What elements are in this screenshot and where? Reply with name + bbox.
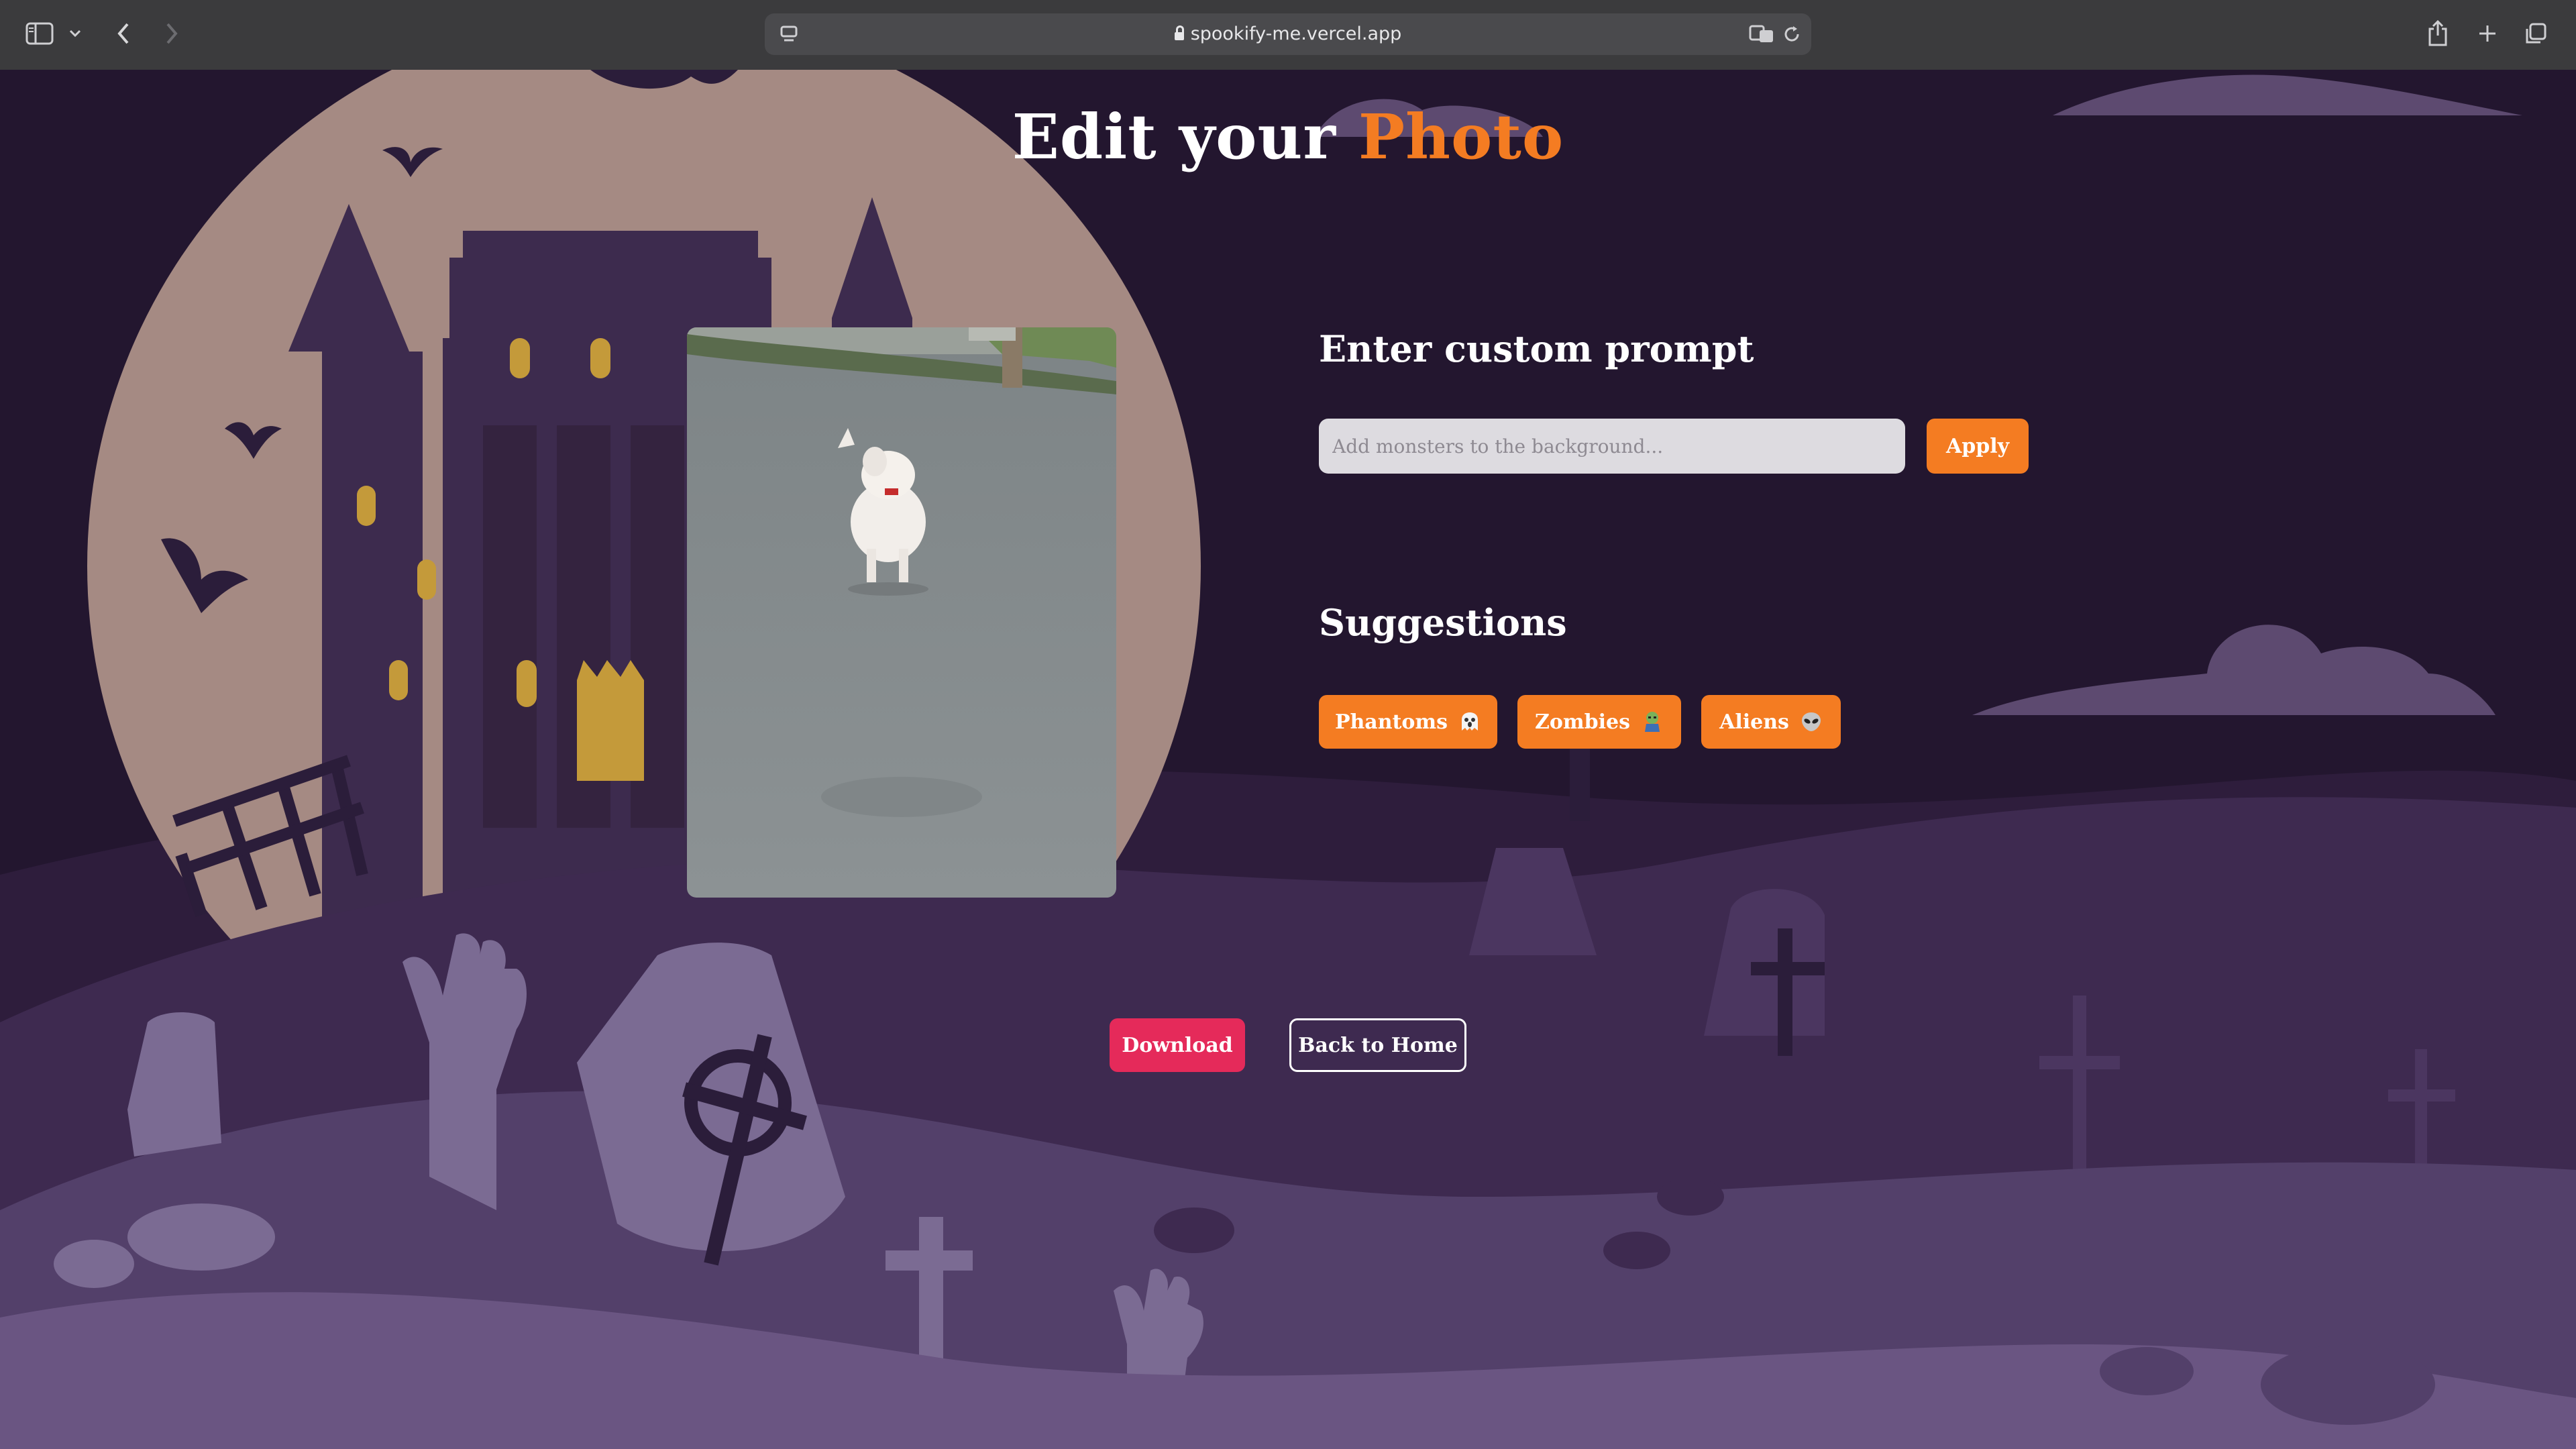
page-title-main: Edit your [1012,101,1358,173]
sidebar-toggle-icon[interactable] [24,20,55,47]
back-icon[interactable] [110,20,137,47]
apply-button[interactable]: Apply [1927,419,2029,474]
custom-prompt-heading: Enter custom prompt [1319,327,1754,370]
translate-icon[interactable] [1748,23,1775,46]
suggestion-phantoms-button[interactable]: Phantoms [1319,695,1497,749]
zombie-emoji-icon [1645,712,1660,732]
new-tab-icon[interactable] [2474,20,2501,47]
ghost-emoji-icon [1462,712,1479,731]
url-text: spookify-me.vercel.app [1190,23,1402,44]
uploaded-photo [687,327,1116,898]
reload-icon[interactable] [1780,23,1803,46]
browser-toolbar: spookify-me.vercel.app [0,0,2576,71]
lock-icon [1174,25,1184,40]
halloween-background [0,70,2576,1449]
page-title-accent: Photo [1358,101,1564,173]
custom-prompt-input[interactable] [1319,419,1905,474]
forward-icon[interactable] [158,20,185,47]
suggestions-heading: Suggestions [1319,601,1567,644]
suggestion-label: Aliens [1719,710,1789,734]
alien-emoji-icon [1801,712,1821,731]
suggestion-zombies-button[interactable]: Zombies [1517,695,1681,749]
address-bar[interactable]: spookify-me.vercel.app [765,13,1811,55]
tab-overview-icon[interactable] [2522,20,2549,47]
suggestion-label: Zombies [1534,710,1630,734]
suggestion-aliens-button[interactable]: Aliens [1701,695,1841,749]
page-title: Edit your Photo [0,101,2576,173]
suggestion-label: Phantoms [1334,710,1448,734]
download-button[interactable]: Download [1110,1018,1245,1072]
chevron-down-icon[interactable] [67,25,83,42]
back-to-home-button[interactable]: Back to Home [1289,1018,1466,1072]
share-icon[interactable] [2424,17,2451,50]
